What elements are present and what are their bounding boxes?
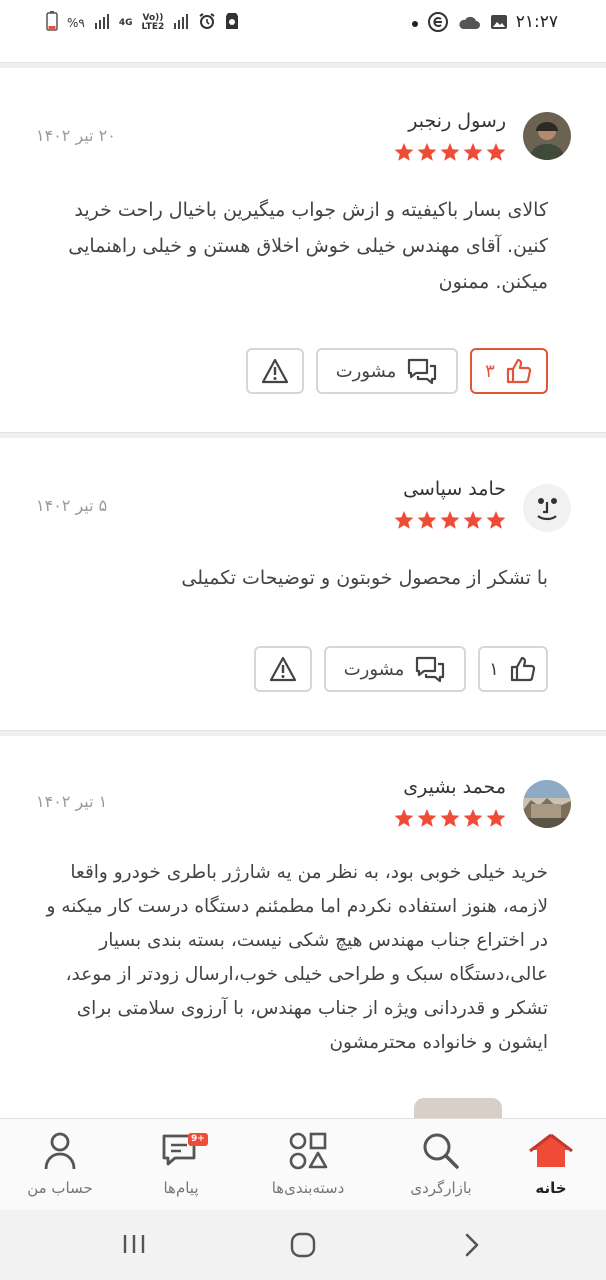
- home-system-button[interactable]: [290, 1232, 316, 1262]
- review-text: کالای بسار باکیفیته و ازش جواب میگیرین ب…: [68, 199, 548, 293]
- consult-button[interactable]: مشورت: [316, 348, 458, 394]
- system-navigation-bar: [0, 1210, 606, 1280]
- rating-stars: [394, 809, 506, 828]
- star-icon: [486, 143, 506, 161]
- like-button[interactable]: ۳: [470, 348, 548, 394]
- home-circle-icon: [290, 1232, 316, 1258]
- bottom-navigation: خانه بازارگردی دسته‌بندی‌ها 9+ پیام‌ها ح…: [0, 1118, 606, 1210]
- thumbs-up-icon: [510, 656, 535, 682]
- thumbs-up-icon: [506, 358, 531, 384]
- recent-apps-button[interactable]: [122, 1232, 146, 1260]
- star-icon: [440, 143, 460, 161]
- app-e-icon: [428, 12, 448, 36]
- status-icons-right: [412, 12, 508, 36]
- status-icons-left: %۹ 4G Vo)) LTE2: [46, 11, 239, 35]
- review-photo-thumbnail[interactable]: [414, 1098, 502, 1118]
- nav-browse[interactable]: بازارگردی: [386, 1129, 496, 1197]
- warning-icon: [261, 358, 289, 384]
- like-count: ۱: [489, 658, 499, 680]
- notification-dot: [412, 21, 418, 27]
- review-date: ۲۰ تیر ۱۴۰۲: [36, 126, 116, 145]
- review-text: خرید خیلی خوبی بود، به نظر من یه شارژر ب…: [46, 862, 548, 1053]
- nav-messages-label: پیام‌ها: [163, 1179, 199, 1197]
- review-author[interactable]: حامد سپاسی: [403, 478, 506, 500]
- nav-home-label: خانه: [535, 1179, 567, 1197]
- search-icon: [423, 1133, 459, 1169]
- cloud-icon: [458, 15, 480, 34]
- consult-label: مشورت: [343, 658, 405, 680]
- messages-badge: 9+: [188, 1133, 208, 1146]
- chat-bubbles-icon: [408, 358, 437, 385]
- star-icon: [417, 809, 437, 827]
- nav-account[interactable]: حساب من: [0, 1129, 120, 1197]
- star-icon: [463, 511, 483, 529]
- categories-icon: [289, 1132, 328, 1170]
- alarm-icon: [198, 12, 216, 34]
- back-button[interactable]: [462, 1232, 482, 1262]
- review-date: ۵ تیر ۱۴۰۲: [36, 496, 108, 515]
- storage-icon: [225, 12, 239, 34]
- placeholder-face-icon: [537, 498, 557, 521]
- star-icon: [486, 511, 506, 529]
- review-date: ۱ تیر ۱۴۰۲: [36, 792, 108, 811]
- consult-button[interactable]: مشورت: [324, 646, 466, 692]
- gallery-icon: [490, 14, 508, 34]
- star-icon: [440, 511, 460, 529]
- star-icon: [394, 143, 414, 161]
- review-card: رسول رنجبر ۲۰ تیر ۱۴۰۲ کالای بسار باکیفی…: [0, 68, 606, 432]
- star-icon: [417, 143, 437, 161]
- rating-stars: [394, 143, 506, 162]
- review-text: با تشکر از محصول خوبتون و توضیحات تکمیلی: [181, 567, 548, 589]
- rating-stars: [394, 511, 506, 530]
- like-count: ۳: [485, 360, 495, 382]
- review-author[interactable]: محمد بشیری: [403, 776, 506, 798]
- star-icon: [463, 809, 483, 827]
- battery-percent: %۹: [67, 16, 85, 30]
- recent-apps-icon: [123, 1235, 145, 1253]
- star-icon: [463, 143, 483, 161]
- consult-label: مشورت: [335, 360, 397, 382]
- clock: ۲۱:۲۷: [515, 12, 558, 32]
- review-card: حامد سپاسی ۵ تیر ۱۴۰۲ با تشکر از محصول خ…: [0, 438, 606, 730]
- nav-account-label: حساب من: [27, 1179, 93, 1197]
- star-icon: [486, 809, 506, 827]
- star-icon: [417, 511, 437, 529]
- review-card: محمد بشیری ۱ تیر ۱۴۰۲ خرید خیلی خوبی بود…: [0, 736, 606, 1118]
- star-icon: [394, 511, 414, 529]
- report-button[interactable]: [246, 348, 304, 394]
- chat-bubbles-icon: [416, 656, 445, 683]
- nav-home[interactable]: خانه: [496, 1129, 606, 1197]
- review-author[interactable]: رسول رنجبر: [408, 110, 506, 132]
- nav-messages[interactable]: 9+ پیام‌ها: [126, 1129, 236, 1197]
- star-icon: [394, 809, 414, 827]
- avatar[interactable]: [523, 112, 571, 160]
- warning-icon: [269, 656, 297, 682]
- status-bar: %۹ 4G Vo)) LTE2 ۲۱:۲۷: [0, 0, 606, 46]
- report-button[interactable]: [254, 646, 312, 692]
- avatar[interactable]: [523, 484, 571, 532]
- network-type: 4G: [118, 17, 133, 28]
- nav-categories[interactable]: دسته‌بندی‌ها: [246, 1129, 370, 1197]
- home-icon: [529, 1133, 573, 1167]
- nav-categories-label: دسته‌بندی‌ها: [271, 1179, 345, 1197]
- avatar[interactable]: [523, 780, 571, 828]
- volte-indicator: Vo)) LTE2: [141, 13, 165, 32]
- user-icon: [44, 1132, 76, 1170]
- like-button[interactable]: ۱: [478, 646, 548, 692]
- chevron-right-icon: [465, 1233, 479, 1257]
- signal-icon-2: [173, 13, 189, 33]
- star-icon: [440, 809, 460, 827]
- signal-icon: [94, 13, 110, 33]
- battery-icon: [46, 11, 58, 35]
- nav-browse-label: بازارگردی: [410, 1179, 472, 1197]
